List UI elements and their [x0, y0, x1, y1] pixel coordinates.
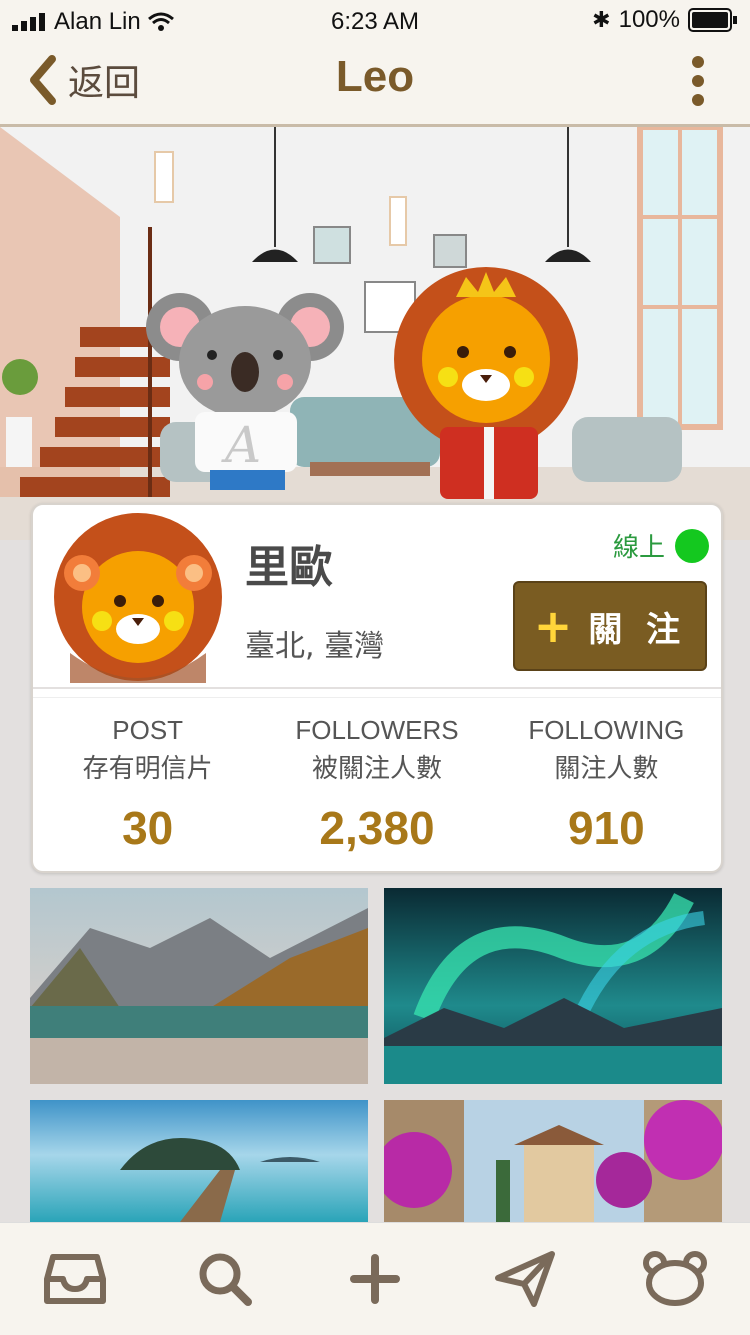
stat-label-en: FOLLOWERS [295, 715, 459, 745]
postcard-photo-lake[interactable] [30, 888, 368, 1084]
tab-inbox[interactable] [40, 1244, 110, 1314]
cover-illustration: A [0, 127, 750, 540]
online-label: 線上 [612, 533, 665, 563]
nav-bar: 返回 Leo [0, 40, 750, 127]
status-bar: Alan Lin 6:23 AM ✱ 100% [0, 0, 750, 40]
postcard-photo-pier[interactable] [30, 1100, 368, 1222]
stat-value: 2,380 [319, 802, 435, 854]
stat-label-zh: 存有明信片 [82, 754, 213, 784]
online-dot-icon [675, 528, 709, 563]
bear-icon [643, 1251, 707, 1306]
tab-send[interactable] [490, 1244, 560, 1314]
stat-label-zh: 被關注人數 [311, 754, 442, 784]
back-button[interactable]: 返回 [28, 54, 140, 106]
bluetooth-icon: ✱ [592, 7, 611, 32]
tab-add[interactable] [340, 1244, 410, 1314]
more-dot [692, 75, 704, 87]
stat-followers[interactable]: FOLLOWERS 被關注人數 2,380 [262, 715, 491, 855]
avatar[interactable] [50, 513, 226, 683]
add-icon [350, 1254, 400, 1304]
tab-profile[interactable] [640, 1244, 710, 1314]
stat-label-en: FOLLOWING [528, 715, 685, 745]
stat-posts[interactable]: POST 存有明信片 30 [33, 715, 262, 855]
search-icon [199, 1253, 252, 1306]
battery-icon [688, 8, 737, 32]
profile-location: 臺北, 臺灣 [245, 629, 385, 664]
follow-button[interactable]: + 關 注 [513, 581, 707, 671]
more-menu-button[interactable] [686, 56, 710, 112]
battery-percent: 100% [618, 6, 680, 33]
send-icon [495, 1251, 555, 1307]
postcard-photo-aurora[interactable] [384, 888, 722, 1084]
stat-following[interactable]: FOLLOWING 關注人數 910 [492, 715, 721, 855]
online-status: 線上 [613, 527, 709, 564]
profile-name: 里歐 [245, 542, 333, 593]
svg-text:A: A [221, 416, 261, 474]
more-dot [692, 94, 704, 106]
stat-label-en: POST [112, 715, 184, 745]
plus-icon: + [533, 599, 573, 653]
more-dot [692, 56, 704, 68]
profile-card: 里歐 臺北, 臺灣 線上 + 關 注 POST 存有明信片 30 FOLLOWE… [31, 503, 723, 873]
inbox-icon [44, 1254, 106, 1304]
stat-value: 30 [122, 802, 174, 854]
follow-label: 關 注 [588, 609, 687, 650]
chevron-left-icon [30, 55, 56, 105]
stat-value: 910 [567, 802, 645, 854]
stat-label-zh: 關注人數 [554, 754, 659, 784]
tab-bar [0, 1222, 750, 1335]
back-label: 返回 [68, 63, 141, 104]
stats-row: POST 存有明信片 30 FOLLOWERS 被關注人數 2,380 FOLL… [33, 715, 721, 855]
status-right: ✱ 100% [592, 6, 738, 34]
postcard-photo-village[interactable] [384, 1100, 722, 1222]
card-divider [33, 687, 721, 698]
tab-search[interactable] [190, 1244, 260, 1314]
